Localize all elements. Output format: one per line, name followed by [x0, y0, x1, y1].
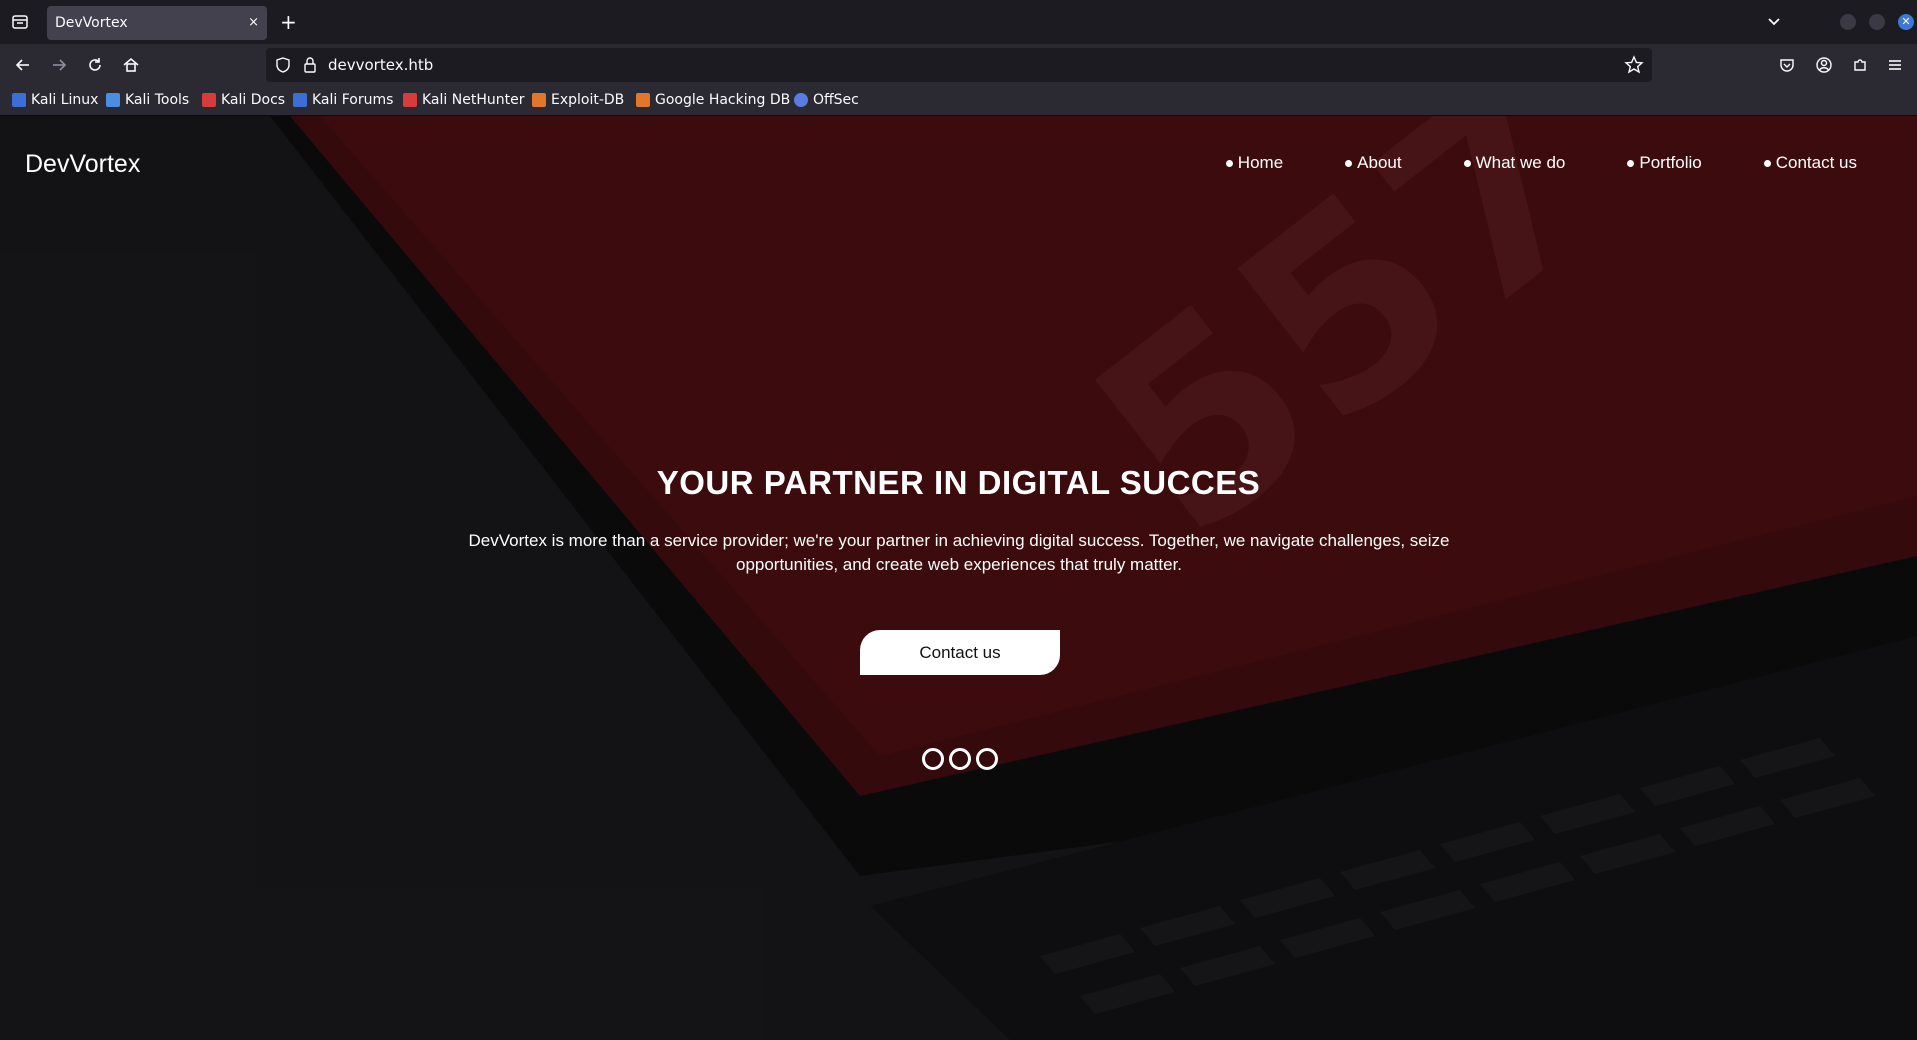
bookmark-google-hacking-db[interactable]: Google Hacking DB — [636, 92, 790, 108]
hero-title: YOUR PARTNER IN DIGITAL SUCCES — [656, 464, 1261, 501]
bookmark-kali-linux[interactable]: Kali Linux — [12, 92, 98, 108]
bookmark-offsec[interactable]: OffSec — [794, 92, 859, 108]
hero-description: DevVortex is more than a service provide… — [468, 531, 1450, 574]
shield-icon[interactable] — [274, 56, 292, 74]
reload-icon — [89, 58, 101, 71]
arrow-left-icon — [15, 59, 29, 71]
back-button[interactable] — [12, 54, 34, 76]
address-bar[interactable]: devvortex.htb — [266, 48, 1652, 82]
pocket-icon — [1780, 59, 1794, 72]
reload-button[interactable] — [84, 54, 106, 76]
hero-section: YOUR PARTNER IN DIGITAL SUCCES DevVortex… — [0, 116, 1917, 1040]
tab-title: DevVortex — [55, 15, 128, 31]
pocket-button[interactable] — [1776, 54, 1798, 76]
kali-dragon-icon — [12, 93, 26, 107]
bookmark-exploit-db[interactable]: Exploit-DB — [532, 92, 624, 108]
carousel-dot-3[interactable] — [976, 748, 998, 770]
new-tab-button[interactable]: + — [280, 10, 297, 34]
kali-tools-icon — [106, 93, 120, 107]
bookmark-kali-tools[interactable]: Kali Tools — [106, 92, 189, 108]
carousel-indicators — [922, 748, 998, 770]
bookmark-kali-forums[interactable]: Kali Forums — [293, 92, 393, 108]
bookmark-star-icon[interactable] — [1624, 55, 1644, 75]
puzzle-icon — [1854, 59, 1866, 71]
extensions-button[interactable] — [1849, 54, 1871, 76]
tab-list-icon[interactable] — [10, 12, 30, 32]
close-window-button[interactable]: ✕ — [1898, 14, 1914, 30]
offsec-icon — [794, 93, 808, 107]
chevron-down-icon[interactable] — [1764, 12, 1784, 32]
account-button[interactable] — [1813, 54, 1835, 76]
minimize-window-button[interactable] — [1840, 14, 1856, 30]
exploit-db-icon — [532, 93, 546, 107]
lock-icon[interactable] — [302, 56, 318, 74]
active-tab[interactable]: DevVortex × — [47, 6, 267, 40]
nethunter-icon — [403, 93, 417, 107]
kali-forums-icon — [293, 93, 307, 107]
navigation-toolbar: devvortex.htb — [0, 44, 1917, 86]
carousel-dot-1[interactable] — [922, 748, 944, 770]
app-menu-button[interactable] — [1884, 54, 1906, 76]
maximize-window-button[interactable] — [1869, 14, 1885, 30]
tab-bar: DevVortex × + ✕ — [0, 0, 1917, 44]
url-text[interactable]: devvortex.htb — [328, 56, 433, 74]
ghdb-icon — [636, 93, 650, 107]
hamburger-menu-icon — [1889, 60, 1901, 70]
forward-button[interactable] — [48, 54, 70, 76]
bookmark-kali-docs[interactable]: Kali Docs — [202, 92, 285, 108]
arrow-right-icon — [53, 59, 67, 71]
bookmark-kali-nethunter[interactable]: Kali NetHunter — [403, 92, 524, 108]
home-button[interactable] — [120, 54, 142, 76]
web-page: 557 DevVortex Home About What we do Port… — [0, 116, 1917, 1040]
hero-contact-button[interactable]: Contact us — [860, 630, 1060, 675]
home-icon — [123, 57, 139, 72]
account-icon — [1816, 57, 1832, 73]
close-tab-icon[interactable]: × — [248, 15, 259, 31]
kali-docs-icon — [202, 93, 216, 107]
carousel-dot-2[interactable] — [949, 748, 971, 770]
bookmarks-toolbar: Kali Linux Kali Tools Kali Docs Kali For… — [0, 86, 1917, 116]
